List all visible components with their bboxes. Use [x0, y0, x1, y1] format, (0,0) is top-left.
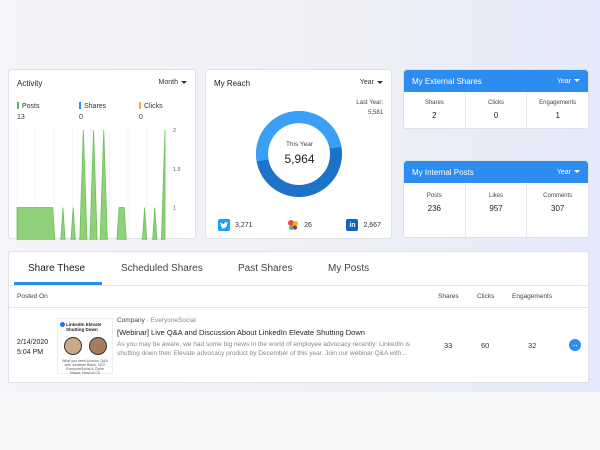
col-engagements: Engagements	[512, 293, 553, 300]
y-tick-label: 1.5	[173, 167, 181, 173]
row-engagements: 32	[528, 341, 537, 350]
activity-card: Activity Month Posts 13 Shares 0 Clicks …	[8, 69, 196, 240]
page-footer-background	[0, 392, 600, 450]
post-thumbnail[interactable]: LinkedIn Elevate Shutting Down What you …	[57, 318, 113, 375]
internal-posts-title: My Internal Posts	[412, 167, 474, 177]
col-clicks: Clicks	[477, 293, 495, 300]
twitter-icon	[218, 219, 230, 231]
company-logo-icon	[60, 322, 65, 327]
avatar	[64, 337, 82, 355]
internal-period-dropdown[interactable]: Year	[557, 169, 580, 176]
internal-comments-stat: Comments 307	[543, 193, 573, 213]
internal-posts-stat: Posts 236	[404, 183, 466, 237]
tab-scheduled-shares[interactable]: Scheduled Shares	[121, 263, 203, 274]
chevron-down-icon	[574, 79, 580, 83]
tab-my-posts[interactable]: My Posts	[328, 263, 369, 274]
col-shares: Shares	[438, 293, 459, 300]
reach-card: My Reach Year Last Year: 5,581 This Year…	[205, 69, 392, 239]
post-title[interactable]: [Webinar] Live Q&A and Discussion About …	[117, 328, 365, 337]
row-shares: 33	[444, 341, 453, 350]
donut-center-value: 5,964	[284, 152, 315, 166]
donut-center-label: This Year	[285, 141, 314, 148]
open-post-arrow-icon[interactable]: →	[569, 339, 581, 351]
tab-share-these[interactable]: Share These	[28, 263, 85, 274]
internal-likes-stat: Likes 957	[466, 183, 528, 237]
table-header: Posted On Shares Clicks Engagements	[9, 286, 588, 308]
external-shares-title: My External Shares	[412, 76, 482, 86]
y-tick-label: 2	[173, 128, 176, 134]
post-excerpt: As you may be aware, we had some big new…	[117, 341, 411, 357]
external-shares-card: My External Shares Year Shares 2 Clicks 0 …	[403, 69, 589, 129]
chevron-down-icon	[574, 170, 580, 174]
table-row[interactable]: 2/14/2020 5:04 PM LinkedIn Elevate Shutt…	[9, 308, 588, 384]
external-shares-stat: Shares 2	[404, 92, 466, 128]
col-posted-on: Posted On	[17, 293, 48, 300]
y-tick-label: 1	[173, 206, 176, 212]
posted-date: 2/14/2020 5:04 PM	[17, 339, 49, 356]
tab-past-shares[interactable]: Past Shares	[238, 263, 292, 274]
activity-chart: 21.510.5008/28/2009/04/2009/10/2009/16/2…	[16, 128, 181, 240]
row-clicks: 60	[481, 341, 490, 350]
post-source: Company · EveryoneSocial	[117, 317, 196, 324]
twitter-reach: 3,271	[218, 219, 253, 231]
social-network-icon	[288, 220, 299, 230]
shares-tabs: Share These Scheduled Shares Past Shares…	[9, 252, 588, 286]
external-period-dropdown[interactable]: Year	[557, 78, 580, 85]
external-engagements-stat: Engagements 1	[539, 100, 577, 120]
other-network-reach: 26	[287, 219, 312, 231]
external-clicks-stat: Clicks 0	[466, 92, 528, 128]
linkedin-reach: in 2,667	[346, 219, 381, 231]
active-tab-indicator	[14, 282, 102, 285]
linkedin-icon: in	[346, 219, 359, 231]
avatar	[89, 337, 107, 355]
internal-posts-card: My Internal Posts Year Posts 236 Likes 957…	[403, 160, 589, 238]
shares-panel: Share These Scheduled Shares Past Shares…	[8, 251, 589, 383]
